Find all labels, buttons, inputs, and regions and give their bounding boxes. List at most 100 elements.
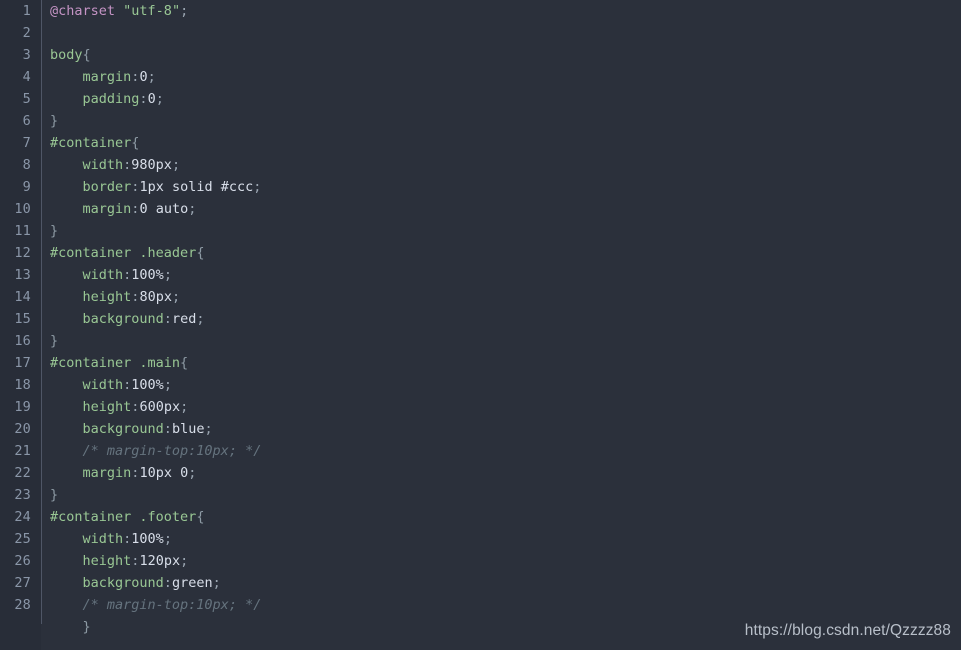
line-number: 15 [14, 311, 31, 327]
code-line[interactable]: 11} [0, 220, 961, 242]
line-number: 18 [14, 377, 31, 393]
token-selector: body [50, 47, 83, 63]
token-brace: } [82, 619, 91, 635]
token-punct: ; [180, 553, 189, 569]
code-line[interactable]: 13 width:100%; [0, 264, 961, 286]
code-line[interactable]: 5 padding:0; [0, 88, 961, 110]
token-brace: } [50, 113, 59, 129]
code-line[interactable]: 18 width:100%; [0, 374, 961, 396]
token-value: red [171, 311, 197, 327]
code-line[interactable]: 24 #container .footer{ [0, 506, 961, 528]
code-line-text: background:blue; [50, 418, 213, 440]
line-number: 14 [14, 289, 31, 305]
code-line[interactable]: 12 #container .header{ [0, 242, 961, 264]
token-prop: background [82, 575, 164, 591]
code-line[interactable]: 28 /* margin-top:10px; */ [0, 594, 961, 616]
code-line[interactable]: 21 /* margin-top:10px; */ [0, 440, 961, 462]
token-brace: { [180, 355, 189, 371]
token-punct: ; [180, 3, 189, 19]
line-number: 7 [22, 135, 31, 151]
line-number: 16 [14, 333, 31, 349]
code-line[interactable]: 2 [0, 22, 961, 44]
code-line[interactable]: 22 margin:10px 0; [0, 462, 961, 484]
code-line[interactable]: 3 body{ [0, 44, 961, 66]
code-line-text: } [50, 484, 58, 506]
token-atrule: @charset [50, 3, 116, 19]
code-line-text: width:100%; [50, 374, 172, 396]
token-prop: width [82, 267, 124, 283]
token-punct: : [163, 421, 172, 437]
code-line[interactable]: 15 background:red; [0, 308, 961, 330]
code-line-text: #container .footer{ [50, 506, 204, 528]
code-line-text: width:980px; [50, 154, 181, 176]
token-brace: } [50, 487, 59, 503]
code-line-text: #container .main{ [50, 352, 188, 374]
code-line-text: /* margin-top:10px; */ [50, 440, 262, 462]
line-number: 28 [14, 597, 31, 613]
code-line-text: } [50, 220, 58, 242]
line-number: 2 [22, 25, 31, 41]
code-line[interactable]: 9 border:1px solid #ccc; [0, 176, 961, 198]
token-prop: background [82, 311, 164, 327]
token-prop: margin [82, 465, 132, 481]
token-value: 100% [131, 377, 164, 393]
code-line[interactable]: 10 margin:0 auto; [0, 198, 961, 220]
token-punct: ; [155, 91, 164, 107]
code-line[interactable]: 4 margin:0; [0, 66, 961, 88]
token-prop: height [82, 289, 132, 305]
code-line[interactable]: 14 height:80px; [0, 286, 961, 308]
line-number: 13 [14, 267, 31, 283]
token-comment: /* margin-top:10px; */ [82, 597, 262, 613]
code-line[interactable]: 23} [0, 484, 961, 506]
code-line[interactable]: 17 #container .main{ [0, 352, 961, 374]
token-comment: /* margin-top:10px; */ [82, 443, 262, 459]
line-number: 10 [14, 201, 31, 217]
code-line[interactable]: 26 height:120px; [0, 550, 961, 572]
line-number: 3 [22, 47, 31, 63]
code-line[interactable]: 25 width:100%; [0, 528, 961, 550]
code-line[interactable]: 27 background:green; [0, 572, 961, 594]
token-brace: } [50, 333, 59, 349]
code-line-text: border:1px solid #ccc; [50, 176, 262, 198]
code-line[interactable]: 8 width:980px; [0, 154, 961, 176]
token-prop: padding [82, 91, 140, 107]
token-prop: width [82, 377, 124, 393]
token-value: blue [171, 421, 205, 437]
code-line[interactable]: 20 background:blue; [0, 418, 961, 440]
token-brace: { [82, 47, 91, 63]
code-line-text: margin:0; [50, 66, 156, 88]
line-number: 26 [14, 553, 31, 569]
code-line-text: } [50, 616, 91, 638]
code-line[interactable]: 6} [0, 110, 961, 132]
line-number: 25 [14, 531, 31, 547]
token-value: 10px 0 [139, 465, 189, 481]
token-string: "utf-8" [123, 3, 181, 19]
token-value: 0 auto [139, 201, 189, 217]
code-line[interactable]: 7 #container{ [0, 132, 961, 154]
code-line-text: width:100%; [50, 528, 172, 550]
line-number: 12 [14, 245, 31, 261]
line-number: 1 [22, 3, 31, 19]
code-line[interactable]: 19 height:600px; [0, 396, 961, 418]
code-line-text: body{ [50, 44, 91, 66]
code-line-text: padding:0; [50, 88, 164, 110]
token-punct: ; [163, 377, 172, 393]
token-value: 0 [139, 69, 148, 85]
token-prop: margin [82, 69, 132, 85]
code-line-text: height:120px; [50, 550, 189, 572]
code-line[interactable]: 1 @charset "utf-8"; [0, 0, 961, 22]
code-line[interactable]: 16} [0, 330, 961, 352]
code-editor-content[interactable]: 1 @charset "utf-8"; 2 3 body{4 margin:0; 5 pa… [0, 0, 961, 650]
code-line-text: margin:0 auto; [50, 198, 197, 220]
